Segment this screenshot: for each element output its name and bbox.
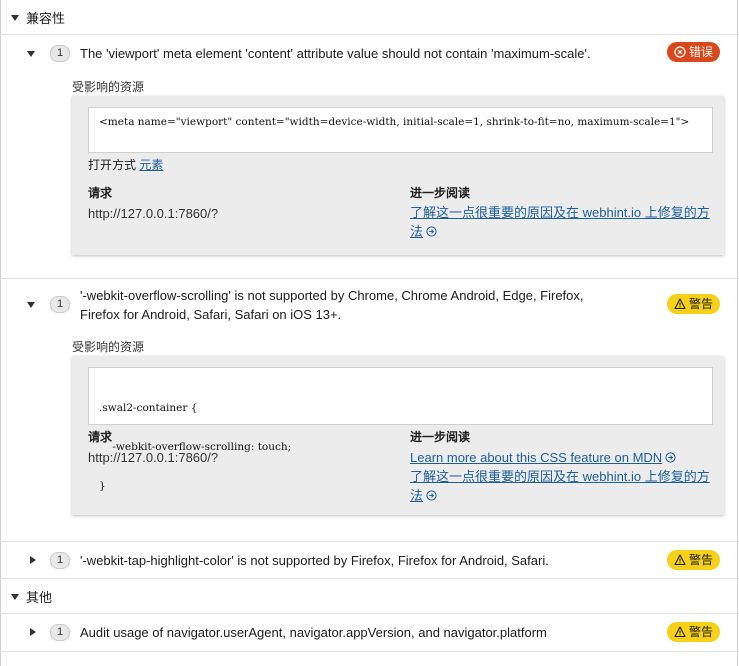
issue-count: 1 <box>50 296 70 313</box>
webhint-link-text[interactable]: 了解这一点很重要的原因及在 webhint.io 上修复的方法 <box>410 469 710 503</box>
warning-badge: 警告 <box>667 550 721 570</box>
arrow-right-circle-icon <box>665 452 676 463</box>
arrow-right-circle-icon <box>426 226 437 237</box>
issue-count: 1 <box>50 552 70 569</box>
request-url: http://127.0.0.1:7860/? <box>88 206 219 221</box>
error-badge: 错误 <box>667 42 721 62</box>
left-border <box>0 0 1 666</box>
issue-message-line2: Firefox for Android, Safari, Safari on i… <box>80 307 342 322</box>
request-label: 请求 <box>88 430 113 444</box>
section-title: 其他 <box>26 590 53 605</box>
badge-label: 警告 <box>689 553 714 567</box>
chevron-down-icon <box>27 302 35 308</box>
section-header-compatibility[interactable]: 兼容性 <box>0 0 739 34</box>
webhint-link-text[interactable]: 了解这一点很重要的原因及在 webhint.io 上修复的方法 <box>410 205 710 239</box>
chevron-down-icon <box>11 15 19 21</box>
right-border <box>737 0 738 666</box>
divider <box>0 34 739 35</box>
chevron-down-icon <box>11 594 19 600</box>
further-reading-label: 进一步阅读 <box>410 430 471 444</box>
warning-triangle-icon <box>674 626 686 638</box>
request-url: http://127.0.0.1:7860/? <box>88 450 219 465</box>
code-snippet: <meta name="viewport" content="width=dev… <box>88 107 713 153</box>
badge-label: 错误 <box>689 45 714 59</box>
code-snippet: .swal2-container { -webkit-overflow-scro… <box>88 367 713 492</box>
divider <box>0 541 739 542</box>
divider <box>0 278 739 279</box>
mdn-link-text[interactable]: Learn more about this CSS feature on MDN <box>410 450 662 465</box>
affected-resources-label: 受影响的资源 <box>72 80 145 94</box>
chevron-right-icon <box>30 556 36 564</box>
divider <box>0 651 739 652</box>
issue-message-line1: '-webkit-overflow-scrolling' is not supp… <box>80 288 584 303</box>
further-reading-label: 进一步阅读 <box>410 186 471 200</box>
webhint-link[interactable]: 了解这一点很重要的原因及在 webhint.io 上修复的方法 <box>410 467 710 505</box>
warning-triangle-icon <box>674 554 686 566</box>
issue-message: The 'viewport' meta element 'content' at… <box>80 46 591 61</box>
badge-label: 警告 <box>689 297 714 311</box>
open-with: 打开方式 元素 <box>88 156 163 173</box>
chevron-down-icon <box>27 51 35 57</box>
warning-badge: 警告 <box>667 294 721 314</box>
elements-link[interactable]: 元素 <box>139 158 163 172</box>
issue-message: '-webkit-tap-highlight-color' is not sup… <box>80 553 549 568</box>
request-label: 请求 <box>88 186 113 200</box>
section-header-other[interactable]: 其他 <box>0 579 739 613</box>
section-title: 兼容性 <box>26 11 66 26</box>
badge-label: 警告 <box>689 625 714 639</box>
arrow-right-circle-icon <box>426 490 437 501</box>
chevron-right-icon <box>30 628 36 636</box>
issue-count: 1 <box>50 45 70 62</box>
warning-badge: 警告 <box>667 622 721 642</box>
code-line: .swal2-container { <box>99 402 198 414</box>
open-with-prefix: 打开方式 <box>88 158 137 172</box>
issue-message: Audit usage of navigator.userAgent, navi… <box>80 625 547 640</box>
issue-count: 1 <box>50 624 70 641</box>
webhint-link[interactable]: 了解这一点很重要的原因及在 webhint.io 上修复的方法 <box>410 203 710 241</box>
warning-triangle-icon <box>674 298 686 310</box>
affected-resources-label: 受影响的资源 <box>72 340 145 354</box>
mdn-link[interactable]: Learn more about this CSS feature on MDN <box>410 448 676 467</box>
divider <box>0 613 739 614</box>
error-circle-icon <box>674 46 686 58</box>
